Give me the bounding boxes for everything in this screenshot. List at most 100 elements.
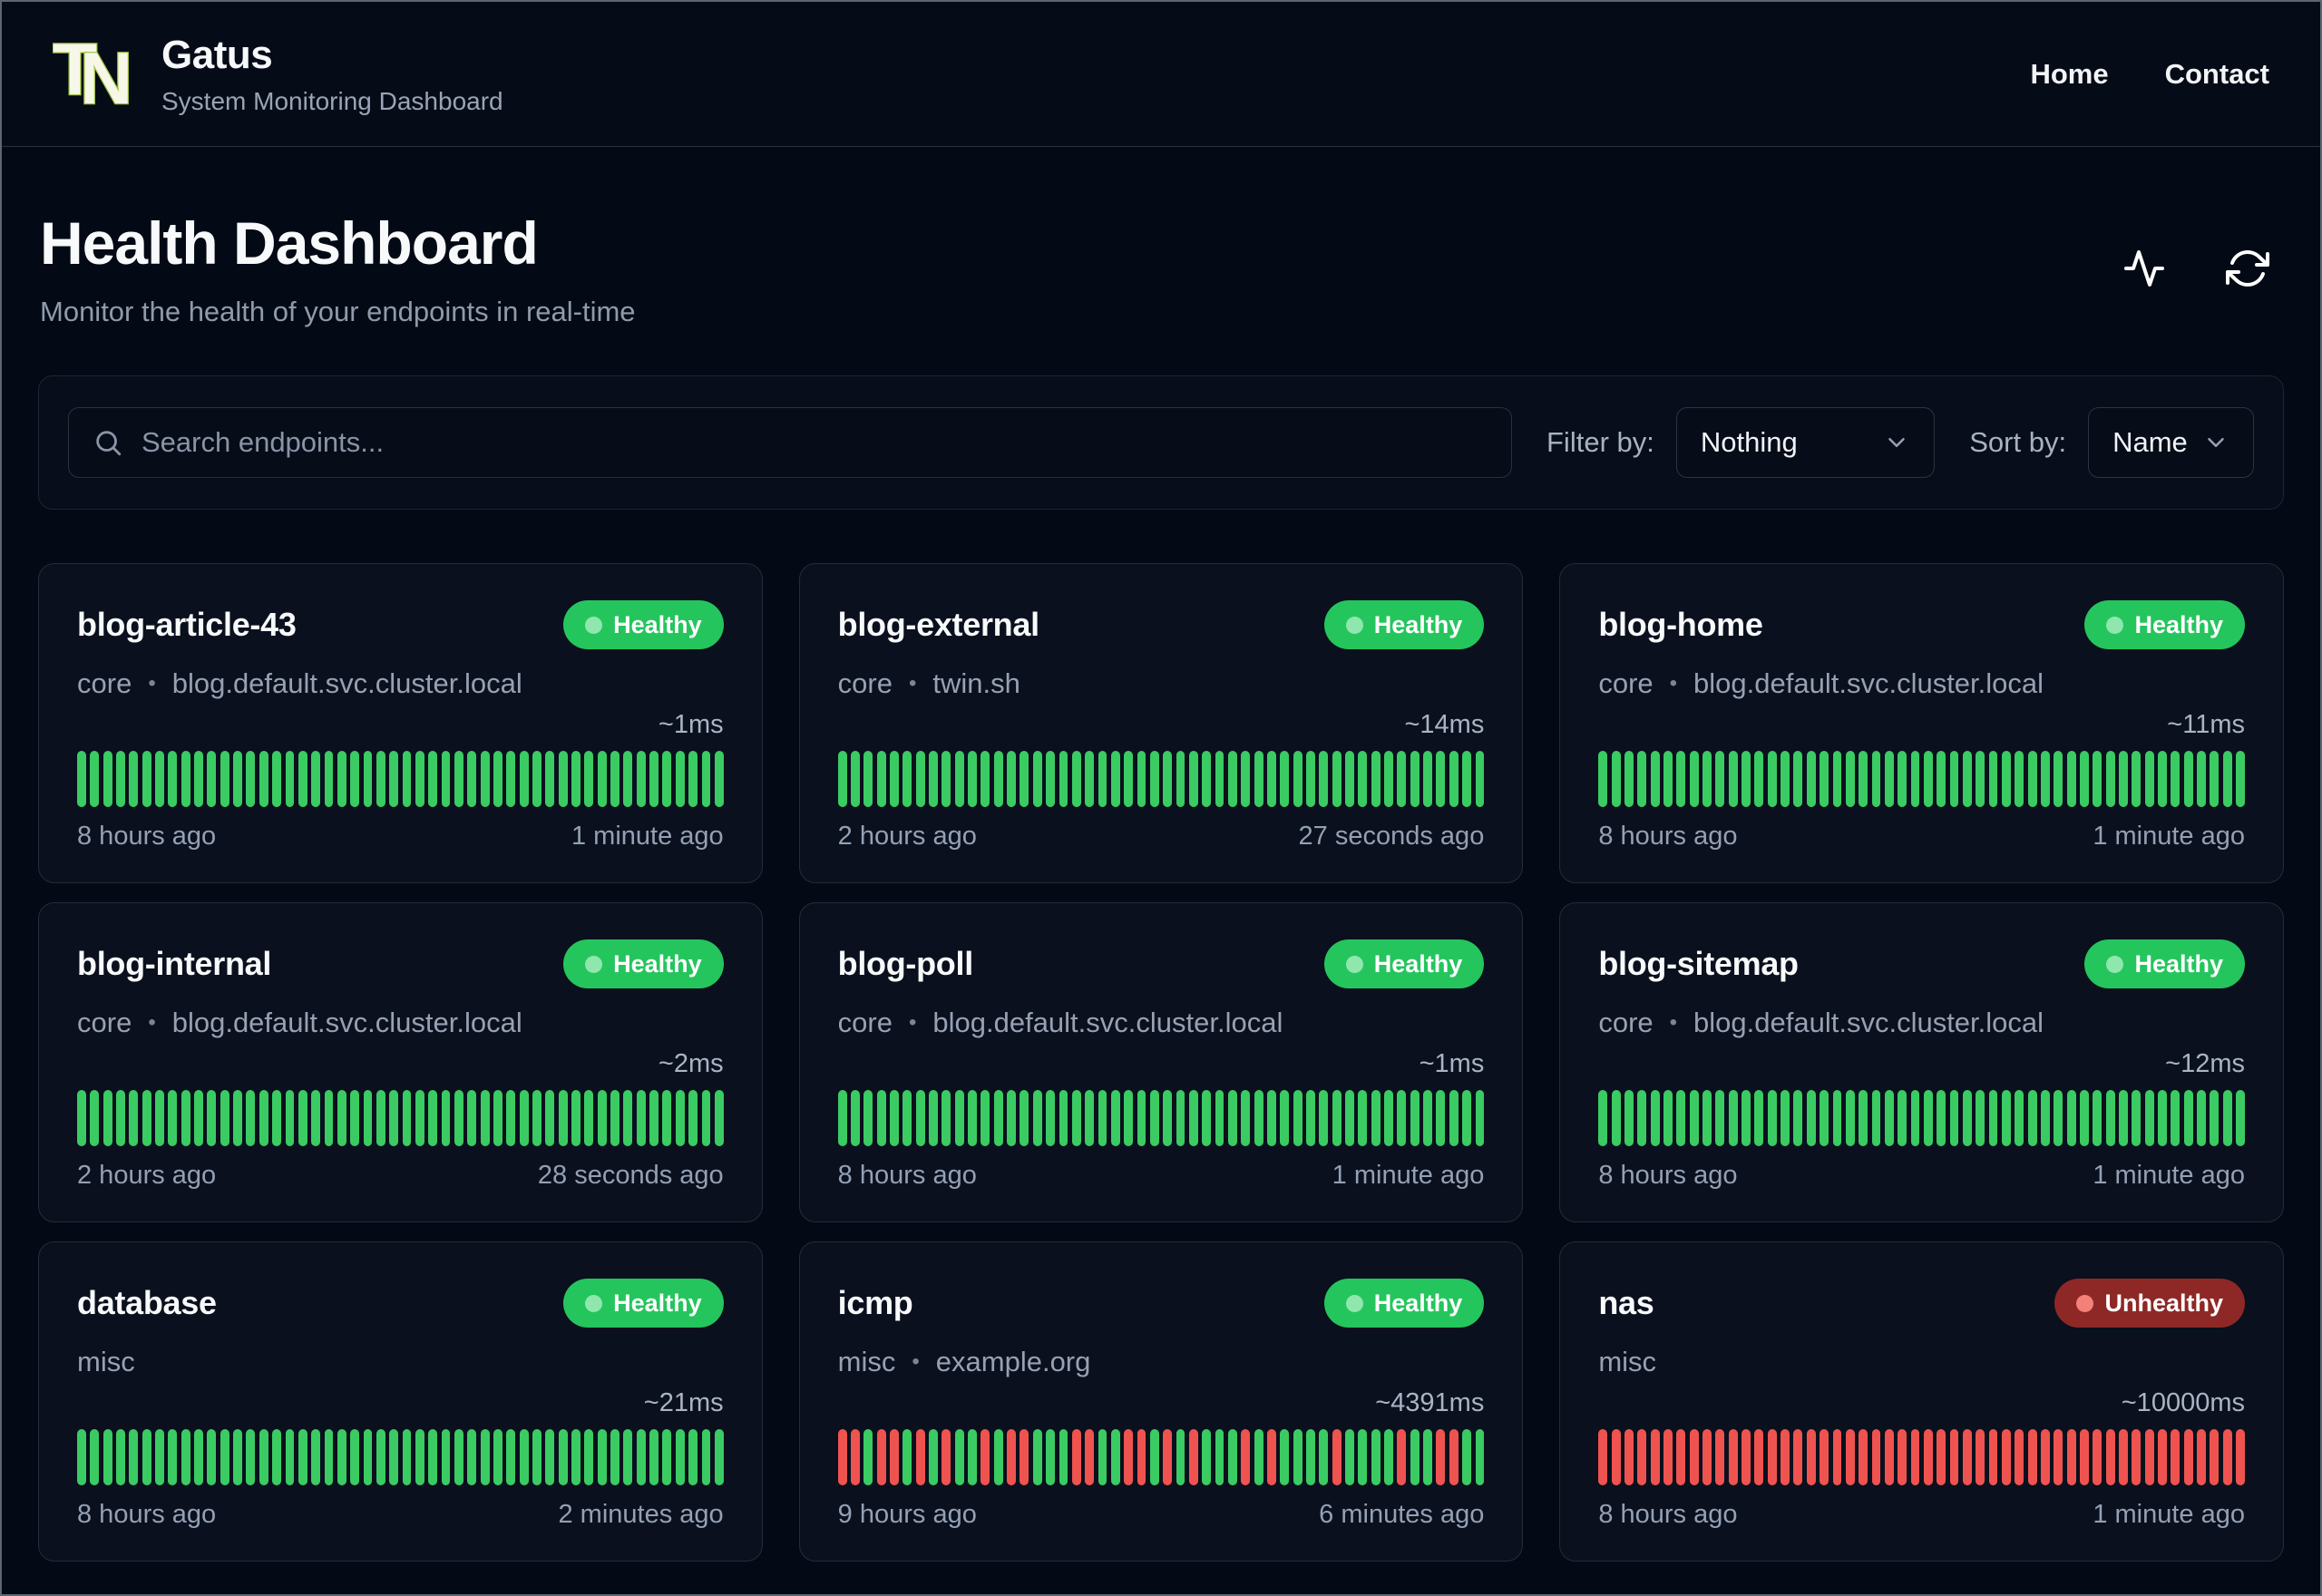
- endpoint-card[interactable]: blog-article-43 Healthy core • blog.default.…: [38, 563, 763, 883]
- history-bar[interactable]: [102, 1429, 112, 1485]
- history-bar[interactable]: [298, 1429, 307, 1485]
- history-bar[interactable]: [714, 1429, 724, 1485]
- history-bar[interactable]: [298, 1090, 307, 1146]
- history-bar[interactable]: [467, 1429, 477, 1485]
- history-bar[interactable]: [1410, 1090, 1420, 1146]
- history-bar[interactable]: [1462, 1090, 1471, 1146]
- history-bar[interactable]: [129, 1429, 139, 1485]
- history-bar[interactable]: [662, 1090, 672, 1146]
- history-bar[interactable]: [1007, 1090, 1016, 1146]
- history-bar[interactable]: [493, 1090, 502, 1146]
- history-bar[interactable]: [649, 751, 659, 807]
- history-bar[interactable]: [675, 1090, 685, 1146]
- history-bar[interactable]: [1032, 1429, 1042, 1485]
- history-bar[interactable]: [102, 751, 112, 807]
- history-bar[interactable]: [584, 1090, 594, 1146]
- history-bar[interactable]: [415, 1090, 424, 1146]
- history-bar[interactable]: [1845, 1090, 1855, 1146]
- history-bar[interactable]: [389, 1429, 399, 1485]
- history-bar[interactable]: [675, 751, 685, 807]
- history-bar[interactable]: [1020, 1090, 1029, 1146]
- history-bar[interactable]: [636, 751, 646, 807]
- history-bar[interactable]: [1923, 1090, 1933, 1146]
- history-bar[interactable]: [246, 1090, 256, 1146]
- history-bar[interactable]: [1397, 751, 1407, 807]
- history-bar[interactable]: [597, 751, 607, 807]
- history-bar[interactable]: [863, 751, 873, 807]
- history-bar[interactable]: [168, 1090, 178, 1146]
- history-bar[interactable]: [1306, 1090, 1315, 1146]
- history-bar[interactable]: [1215, 751, 1224, 807]
- history-bar[interactable]: [1059, 1429, 1068, 1485]
- history-bar[interactable]: [863, 1429, 873, 1485]
- history-bar[interactable]: [1358, 1429, 1368, 1485]
- history-bar[interactable]: [1345, 1090, 1354, 1146]
- history-bar[interactable]: [363, 751, 373, 807]
- history-bar[interactable]: [2144, 1090, 2154, 1146]
- history-bar[interactable]: [1188, 1429, 1198, 1485]
- history-bar[interactable]: [428, 1429, 438, 1485]
- history-bar[interactable]: [837, 1090, 847, 1146]
- history-bar[interactable]: [1949, 1429, 1959, 1485]
- history-bar[interactable]: [1767, 751, 1777, 807]
- history-bar[interactable]: [837, 751, 847, 807]
- history-bar[interactable]: [246, 1429, 256, 1485]
- history-bar[interactable]: [389, 751, 399, 807]
- history-bar[interactable]: [1871, 751, 1881, 807]
- history-bar[interactable]: [1598, 1429, 1608, 1485]
- history-bar[interactable]: [1611, 751, 1621, 807]
- history-bar[interactable]: [532, 751, 541, 807]
- history-bar[interactable]: [129, 751, 139, 807]
- history-bar[interactable]: [2144, 751, 2154, 807]
- history-bar[interactable]: [441, 751, 451, 807]
- history-bar[interactable]: [1976, 1429, 1985, 1485]
- history-bar[interactable]: [1611, 1090, 1621, 1146]
- history-bar[interactable]: [1280, 1429, 1290, 1485]
- history-bar[interactable]: [1663, 751, 1673, 807]
- history-bar[interactable]: [1110, 1090, 1120, 1146]
- history-bar[interactable]: [558, 751, 568, 807]
- history-bar[interactable]: [2144, 1429, 2154, 1485]
- history-bar[interactable]: [1306, 751, 1315, 807]
- history-bar[interactable]: [1071, 751, 1081, 807]
- history-bar[interactable]: [1371, 1429, 1381, 1485]
- history-bar[interactable]: [1423, 1429, 1432, 1485]
- history-bar[interactable]: [1898, 1429, 1907, 1485]
- history-bar[interactable]: [1988, 1429, 1998, 1485]
- history-bar[interactable]: [1650, 1090, 1660, 1146]
- history-bar[interactable]: [441, 1429, 451, 1485]
- history-bar[interactable]: [467, 1090, 477, 1146]
- history-bar[interactable]: [2054, 1429, 2063, 1485]
- history-bar[interactable]: [1923, 1429, 1933, 1485]
- history-bar[interactable]: [1176, 1090, 1185, 1146]
- history-bar[interactable]: [1449, 1429, 1459, 1485]
- history-bar[interactable]: [2183, 751, 2193, 807]
- history-bar[interactable]: [285, 751, 295, 807]
- history-bar[interactable]: [1149, 1429, 1159, 1485]
- endpoint-card[interactable]: blog-internal Healthy core • blog.default.sv…: [38, 902, 763, 1222]
- history-bar[interactable]: [1767, 1429, 1777, 1485]
- history-bar[interactable]: [1859, 1429, 1868, 1485]
- history-bar[interactable]: [915, 751, 925, 807]
- history-bar[interactable]: [1976, 1090, 1985, 1146]
- history-bar[interactable]: [929, 751, 938, 807]
- history-bar[interactable]: [1728, 1090, 1738, 1146]
- history-bar[interactable]: [1598, 751, 1608, 807]
- history-bar[interactable]: [1020, 1429, 1029, 1485]
- history-bar[interactable]: [1397, 1429, 1407, 1485]
- search-input[interactable]: [141, 426, 1488, 459]
- history-bar[interactable]: [415, 751, 424, 807]
- history-bar[interactable]: [1227, 751, 1237, 807]
- history-bar[interactable]: [1650, 751, 1660, 807]
- history-bar[interactable]: [1689, 1090, 1699, 1146]
- history-bar[interactable]: [480, 1429, 490, 1485]
- history-bar[interactable]: [272, 751, 281, 807]
- history-bar[interactable]: [168, 751, 178, 807]
- history-bar[interactable]: [1188, 751, 1198, 807]
- history-bar[interactable]: [402, 751, 412, 807]
- endpoint-card[interactable]: blog-sitemap Healthy core • blog.default.svc…: [1559, 902, 2284, 1222]
- history-bar[interactable]: [1059, 751, 1068, 807]
- history-bar[interactable]: [402, 1429, 412, 1485]
- history-bar[interactable]: [519, 1090, 529, 1146]
- history-bar[interactable]: [1910, 1090, 1920, 1146]
